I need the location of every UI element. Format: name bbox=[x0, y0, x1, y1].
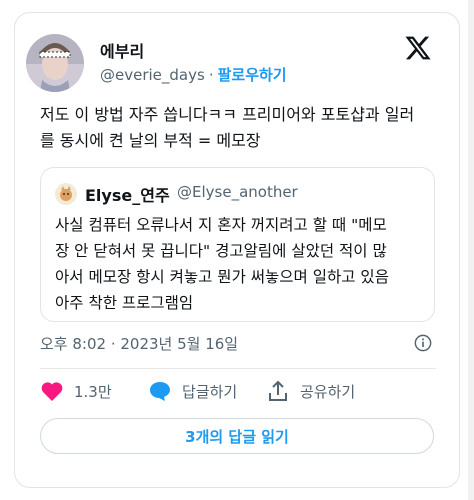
tweet-timestamp[interactable]: 오후 8:02 · 2023년 5월 16일 bbox=[40, 333, 238, 354]
tweet-text: 저도 이 방법 자주 씁니다ㅋㅋ 프리미어와 포토샵과 일러 를 동시에 켠 날… bbox=[40, 105, 415, 150]
share-button[interactable]: 공유하기 bbox=[266, 380, 355, 402]
heart-icon bbox=[41, 382, 63, 401]
quoted-tweet[interactable]: Elyse_연주 @Elyse_another 사실 컴퓨터 오류나서 지 혼자… bbox=[40, 167, 435, 322]
like-button[interactable]: 1.3만 bbox=[40, 380, 112, 402]
scrollbar-track[interactable] bbox=[468, 0, 474, 500]
info-icon[interactable] bbox=[414, 334, 432, 352]
author-display-name[interactable]: 에부리 bbox=[100, 38, 144, 62]
quoted-handle: @Elyse_another bbox=[177, 183, 298, 201]
read-replies-button[interactable]: 3개의 답글 읽기 bbox=[40, 418, 434, 454]
divider bbox=[40, 368, 436, 369]
quoted-display-name: Elyse_연주 bbox=[85, 186, 170, 205]
reply-bubble-icon bbox=[150, 382, 170, 401]
separator-dot: · bbox=[208, 66, 214, 84]
reply-label: 답글하기 bbox=[182, 382, 238, 401]
share-label: 공유하기 bbox=[300, 382, 356, 401]
quoted-author-avatar[interactable] bbox=[55, 183, 77, 205]
x-logo-icon[interactable] bbox=[404, 34, 432, 62]
quoted-tweet-text: 사실 컴퓨터 오류나서 지 혼자 꺼지려고 할 때 "메모 장 안 닫혀서 못 … bbox=[55, 216, 389, 312]
share-icon bbox=[269, 380, 287, 401]
reply-button[interactable]: 답글하기 bbox=[148, 380, 237, 402]
author-avatar[interactable] bbox=[26, 34, 84, 92]
like-count: 1.3만 bbox=[74, 382, 112, 401]
author-handle-row: @everie_days · 팔로우하기 bbox=[100, 64, 287, 85]
author-handle[interactable]: @everie_days bbox=[100, 66, 205, 84]
follow-button[interactable]: 팔로우하기 bbox=[218, 66, 287, 84]
